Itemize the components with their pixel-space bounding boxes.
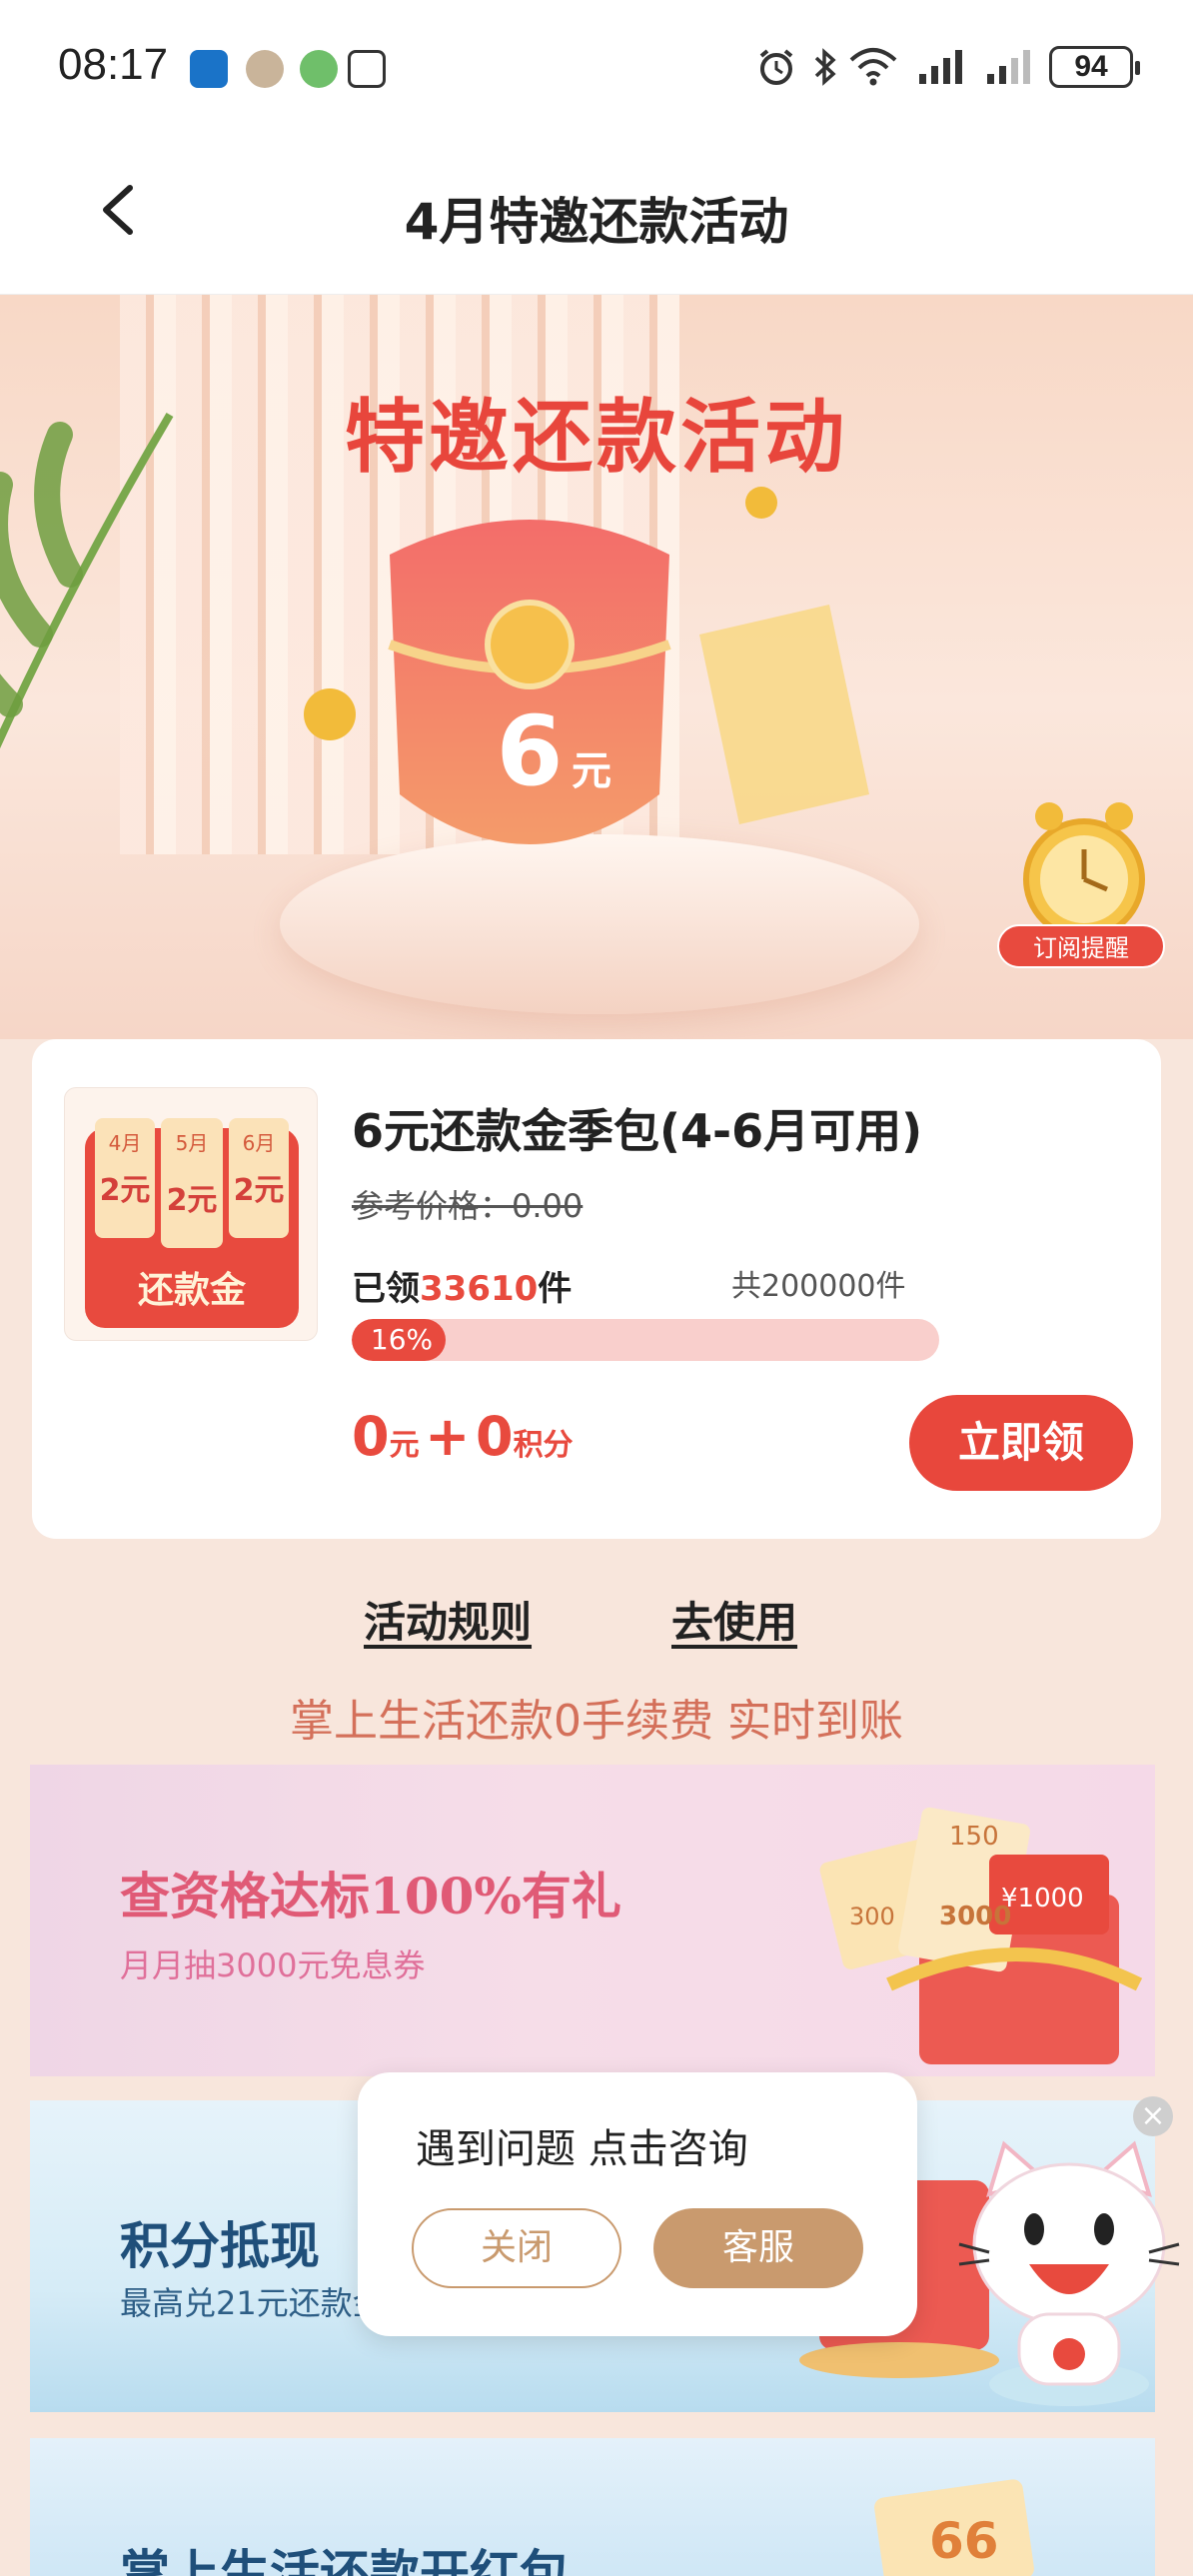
avatar-notification-icon [246, 50, 284, 88]
battery-indicator: 94 [1049, 46, 1140, 88]
go-use-link[interactable]: 去使用 [671, 1589, 797, 1650]
qualification-banner[interactable]: 查资格达标100%有礼 月月抽3000元免息券 150 3000 ¥1000 3… [30, 1765, 1155, 2076]
progress-label: 16% [370, 1323, 434, 1356]
thumb-month-3: 6月 [243, 1131, 276, 1155]
close-icon[interactable]: × [1133, 2096, 1173, 2136]
claim-now-button[interactable]: 立即领 [909, 1395, 1133, 1491]
banner-title: 掌上生活还款开红包 [120, 2544, 570, 2576]
coin-decoration [745, 487, 777, 519]
popup-message: 遇到问题 点击咨询 [416, 2126, 748, 2172]
product-price: 0元 + 0积分 [352, 1405, 574, 1468]
banner-subtitle: 最高兑21元还款金 [120, 2284, 385, 2322]
price-points: 0 [475, 1405, 514, 1468]
envelope-unit: 元 [572, 748, 611, 794]
red-packet-banner[interactable]: 掌上生活还款开红包 66 [30, 2438, 1155, 2576]
app-notification-icon [190, 50, 228, 88]
alarm-clock-icon [1023, 802, 1145, 940]
signal-icon [919, 50, 962, 84]
claimed-suffix: 件 [538, 1269, 573, 1309]
banner-title: 查资格达标100%有礼 [120, 1867, 621, 1926]
coupon-300: 300 [849, 1903, 895, 1931]
gold-ticket-decoration [699, 605, 869, 824]
claimed-prefix: 已领 [352, 1269, 420, 1309]
coupon-1000: ¥1000 [1001, 1884, 1084, 1914]
thumb-amount-2: 2元 [167, 1183, 218, 1218]
coupon-ticket-icon: 66 [874, 2479, 1034, 2576]
banner-title: 积分抵现 [120, 2216, 320, 2275]
status-bar: 08:17 94 [0, 0, 1193, 130]
close-button[interactable]: 关闭 [412, 2208, 621, 2288]
price-points-unit: 积分 [513, 1428, 574, 1463]
coin-decoration [304, 688, 356, 740]
customer-service-button[interactable]: 客服 [653, 2208, 863, 2288]
nfc-icon [348, 50, 386, 88]
hero-banner: 特邀还款活动 6 元 订阅提醒 [0, 295, 1193, 1039]
thumb-label: 还款金 [138, 1269, 247, 1311]
banner-subtitle: 月月抽3000元免息券 [120, 1946, 426, 1984]
total-count: 共200000件 [731, 1269, 906, 1304]
product-name: 6元还款金季包(4-6月可用) [352, 1104, 923, 1158]
app-notification-icon [300, 50, 338, 88]
price-yuan: 0 [352, 1405, 390, 1468]
promo-tagline: 掌上生活还款0手续费 实时到账 [290, 1696, 903, 1747]
envelope-amount: 6 [497, 695, 564, 807]
red-envelope-icon: 6 元 [388, 520, 671, 844]
price-plus: + [425, 1405, 471, 1468]
activity-rules-link[interactable]: 活动规则 [364, 1589, 532, 1650]
page-title: 4月特邀还款活动 [404, 193, 789, 251]
coupon-amount: 66 [929, 2512, 999, 2570]
claimed-number: 33610 [420, 1269, 539, 1309]
claimed-count: 已领33610件 [352, 1261, 572, 1310]
status-time: 08:17 [58, 40, 169, 89]
product-thumbnail: 4月 5月 6月 2元 2元 2元 还款金 [64, 1087, 318, 1341]
nav-bar: 4月特邀还款活动 [0, 130, 1193, 295]
thumb-amount-1: 2元 [100, 1173, 151, 1208]
wifi-icon [849, 48, 897, 86]
bluetooth-icon [814, 48, 836, 86]
claim-progress-bar: 16% [352, 1319, 939, 1361]
alarm-icon [759, 49, 793, 85]
thumb-month-2: 5月 [176, 1131, 209, 1155]
signal-icon [987, 50, 1030, 84]
hero-title: 特邀还款活动 [345, 391, 848, 484]
gift-box-icon: 150 3000 ¥1000 300 [819, 1807, 1143, 2064]
cat-mascot-icon[interactable] [949, 2134, 1189, 2414]
coupon-150: 150 [949, 1822, 999, 1852]
consult-popup: 遇到问题 点击咨询 关闭 客服 [358, 2072, 917, 2336]
thumb-month-1: 4月 [109, 1131, 142, 1155]
price-yuan-unit: 元 [389, 1428, 420, 1463]
product-card: 4月 5月 6月 2元 2元 2元 还款金 6元还款金季包(4-6月可用) 参考… [32, 1039, 1161, 1539]
reference-price: 参考价格：0.00 [352, 1187, 584, 1225]
subscribe-reminder-button[interactable]: 订阅提醒 [997, 924, 1165, 968]
thumb-amount-3: 2元 [234, 1173, 285, 1208]
